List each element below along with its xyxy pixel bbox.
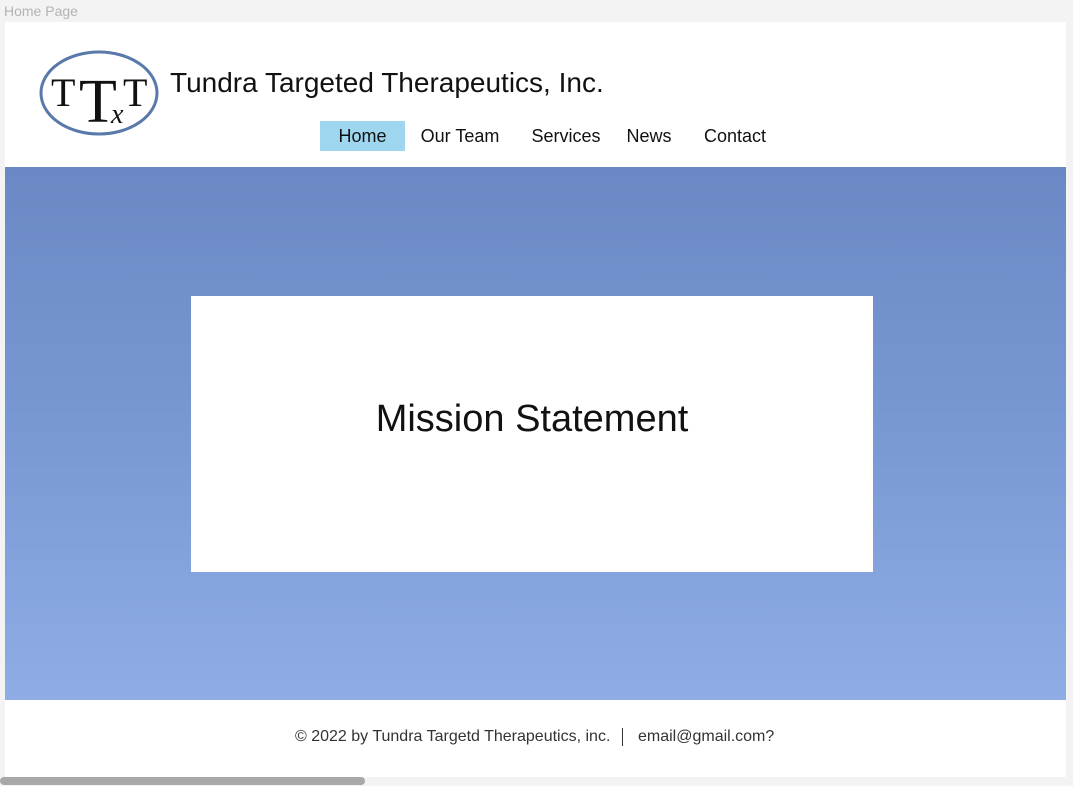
hero-section: Mission Statement <box>5 167 1066 700</box>
site-header: T T T x Tundra Targeted Therapeutics, In… <box>5 22 1066 167</box>
logo-letter-x: x <box>110 99 124 130</box>
nav-contact[interactable]: Contact <box>695 121 775 151</box>
ttx-logo-icon: T T T x <box>39 50 159 136</box>
mission-statement-box: Mission Statement <box>191 296 873 572</box>
logo-letter-t3: T <box>123 70 147 115</box>
mission-title: Mission Statement <box>375 398 689 440</box>
company-logo[interactable]: T T T x <box>39 50 159 136</box>
nav-home[interactable]: Home <box>320 121 405 151</box>
nav-services[interactable]: Services <box>523 121 609 151</box>
logo-letter-t1: T <box>51 70 75 115</box>
frame-label: Home Page <box>4 3 78 19</box>
company-name: Tundra Targeted Therapeutics, Inc. <box>170 67 604 98</box>
nav-news[interactable]: News <box>619 121 679 151</box>
footer-divider <box>622 728 623 746</box>
nav-our-team[interactable]: Our Team <box>415 121 505 151</box>
home-page: T T T x Tundra Targeted Therapeutics, In… <box>5 22 1066 777</box>
scrollbar-thumb[interactable] <box>0 777 365 785</box>
site-footer: © 2022 by Tundra Targetd Therapeutics, i… <box>5 700 1066 777</box>
footer-copyright: © 2022 by Tundra Targetd Therapeutics, i… <box>295 728 611 745</box>
footer-email-link[interactable]: email@gmail.com? <box>638 728 774 746</box>
horizontal-scrollbar[interactable] <box>0 777 1073 786</box>
